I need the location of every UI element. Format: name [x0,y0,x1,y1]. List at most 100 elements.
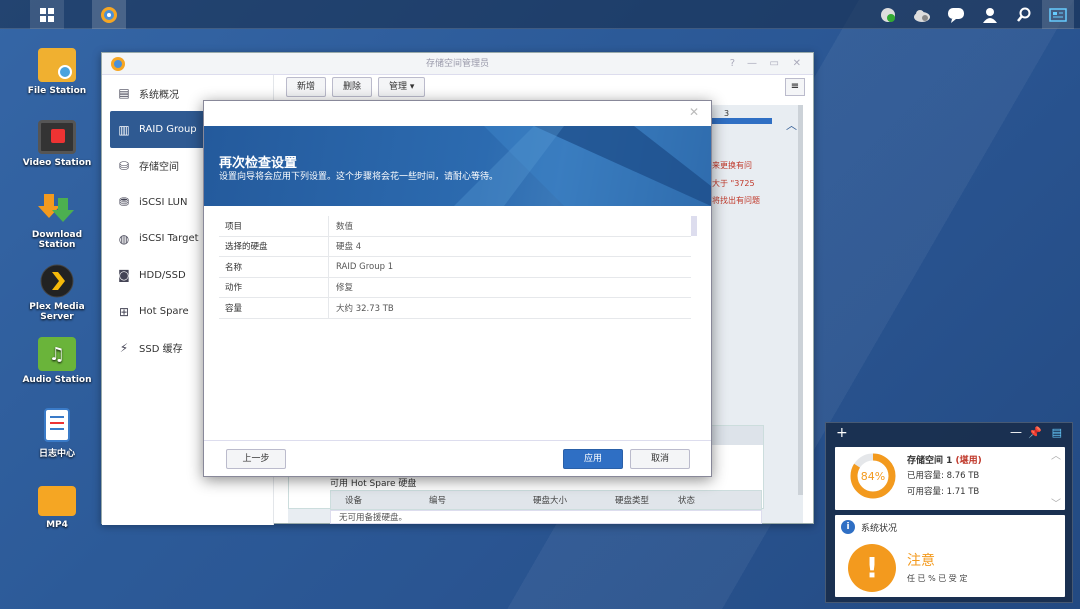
column-header: 项目 [219,216,329,236]
scrollbar[interactable] [798,105,803,495]
row-label: 动作 [219,277,329,297]
delete-button[interactable]: 删除 [332,77,373,97]
scroll-up-icon[interactable]: ︿ [1051,447,1061,462]
desktop-icon-log-center[interactable]: 日志中心 [12,408,102,459]
desktop-icon-video-station[interactable]: Video Station [12,120,102,168]
audio-station-icon: ♫ [38,337,76,371]
apply-button[interactable]: 应用 [563,449,623,469]
create-button[interactable]: 新增 [286,77,327,97]
system-health-card: i 系统状况 ! 注意 任 已 % 已 受 定 [835,515,1065,597]
lun-icon: ⛃ [118,195,130,210]
sort-button[interactable]: ≡ [785,78,805,96]
close-button[interactable]: ✕ [793,53,801,75]
settings-table: 项目 数值 选择的硬盘 硬盘 4 名称 RAID Group 1 动作 修复 容量 大约 … [219,216,691,319]
sidebar-item-label: SSD 缓存 [139,344,183,356]
cancel-button[interactable]: 取消 [630,449,690,469]
backup-icon [881,7,895,22]
row-value: 修复 [336,283,354,294]
desktop-icon-file-station[interactable]: File Station [12,48,102,96]
avail-value: 1.71 TB [946,487,980,497]
capacity-number: 3 [724,109,730,118]
table-scrollbar[interactable] [691,216,697,236]
storage-widget-card: 84% 存储空间 1 (堪用) 已用容量: 8.76 TB 可用容量: 1.71… [835,447,1065,510]
storage-manager-icon [101,6,117,23]
scroll-down-icon[interactable]: ﹀ [1051,495,1061,510]
main-menu-button[interactable] [30,0,64,29]
table-row: 动作 修复 [219,277,691,298]
widgets-button[interactable] [1042,0,1074,29]
widget-toolbar: + — 📌 ▤ [826,423,1072,445]
avail-label: 可用容量 [907,487,942,497]
system-health-status: 注意 [907,553,935,569]
usage-percent: 84% [860,470,886,483]
table-row: 名称 RAID Group 1 [219,257,691,278]
search-button[interactable] [1008,0,1040,29]
minimize-widget-icon[interactable]: — [1010,425,1022,439]
used-value: 8.76 TB [946,471,980,481]
grid-icon [40,7,54,22]
pin-icon[interactable]: 📌 [1028,426,1042,439]
desktop-icon-label: 日志中心 [38,449,75,459]
cloud-status-button[interactable] [906,0,938,29]
desktop-icon-audio-station[interactable]: ♫ Audio Station [12,337,102,385]
widget-panel: + — 📌 ▤ 84% 存储空间 1 (堪用) 已用容量: 8.76 TB 可用… [825,422,1073,603]
notifications-button[interactable] [940,0,972,29]
hdd-icon: ◙ [118,268,130,283]
maximize-button[interactable]: ▭ [770,53,779,75]
back-button[interactable]: 上一步 [226,449,286,469]
column-header: 硬盘大小 [533,496,568,506]
storage-manager-taskbar-button[interactable] [92,0,126,29]
warning-text: 来更换有问 [712,161,752,170]
warning-text: 将找出有问题 [712,196,760,205]
column-header: 数值 [336,221,354,232]
sidebar-item-label: RAID Group [139,124,197,136]
row-label: 名称 [219,257,329,277]
desktop-icon-download-station[interactable]: Download Station [12,192,102,250]
widgets-icon [1049,7,1067,22]
hot-spare-table-header: 设备 编号 硬盘大小 硬盘类型 状态 [330,490,762,510]
backup-status-button[interactable] [872,0,904,29]
sidebar-item-label: 系统概况 [139,89,179,101]
hot-spare-empty-text: 无可用备援硬盘。 [330,510,762,524]
sidebar-item-label: iSCSI LUN [139,196,188,208]
row-value: 硬盘 4 [336,242,362,253]
chat-icon [948,7,964,23]
system-health-text: 任 已 % 已 受 定 [907,574,968,583]
desktop-icon-plex[interactable]: Plex Media Server [12,264,102,322]
minimize-button[interactable]: — [747,53,757,75]
user-icon [983,7,997,23]
globe-icon: ◍ [118,231,130,246]
dialog-footer: 上一步 应用 取消 [204,440,711,476]
manage-label: 管理 [389,82,408,92]
dropdown-caret-icon: ▾ [409,82,415,92]
volume-status: (堪用) [955,456,982,466]
help-button[interactable]: ? [730,53,735,75]
dialog-close-button[interactable]: ✕ [689,105,699,119]
column-header: 编号 [429,496,447,506]
volume-name: 存储空间 1 [907,456,953,466]
window-titlebar[interactable]: 存储空间管理员 ? — ▭ ✕ [102,53,813,75]
widget-settings-icon[interactable]: ▤ [1052,426,1062,439]
add-widget-icon[interactable]: + [836,425,848,441]
review-settings-dialog: ✕ 再次检查设置 设置向导将会应用下列设置。这个步骤将会花一些时间，请耐心等待。… [203,100,712,477]
plex-icon [38,264,76,298]
sidebar-item-label: Hot Spare [139,306,189,318]
plus-icon: ⊞ [118,304,130,319]
desktop-icon-label: Plex Media Server [29,302,85,322]
storage-icon: ⛁ [118,158,130,173]
manage-button[interactable]: 管理 ▾ [378,77,426,97]
toolbar: 新增 删除 管理 ▾ [286,77,426,99]
desktop-icon-label: Video Station [22,158,92,168]
user-button[interactable] [974,0,1006,29]
table-row: 容量 大约 32.73 TB [219,298,691,319]
info-icon: i [841,520,855,534]
desktop-icon-mp4[interactable]: MP4 [12,482,102,530]
row-label: 容量 [219,298,329,318]
cloud-icon [914,9,930,22]
overview-icon: ▤ [118,86,130,101]
raid-icon: ▥ [118,122,130,137]
row-value: 大约 32.73 TB [336,303,394,314]
cache-icon: ⚡ [119,340,129,355]
desktop-icon-label: File Station [27,86,87,96]
collapse-chevron-icon[interactable]: ︿ [786,117,797,133]
